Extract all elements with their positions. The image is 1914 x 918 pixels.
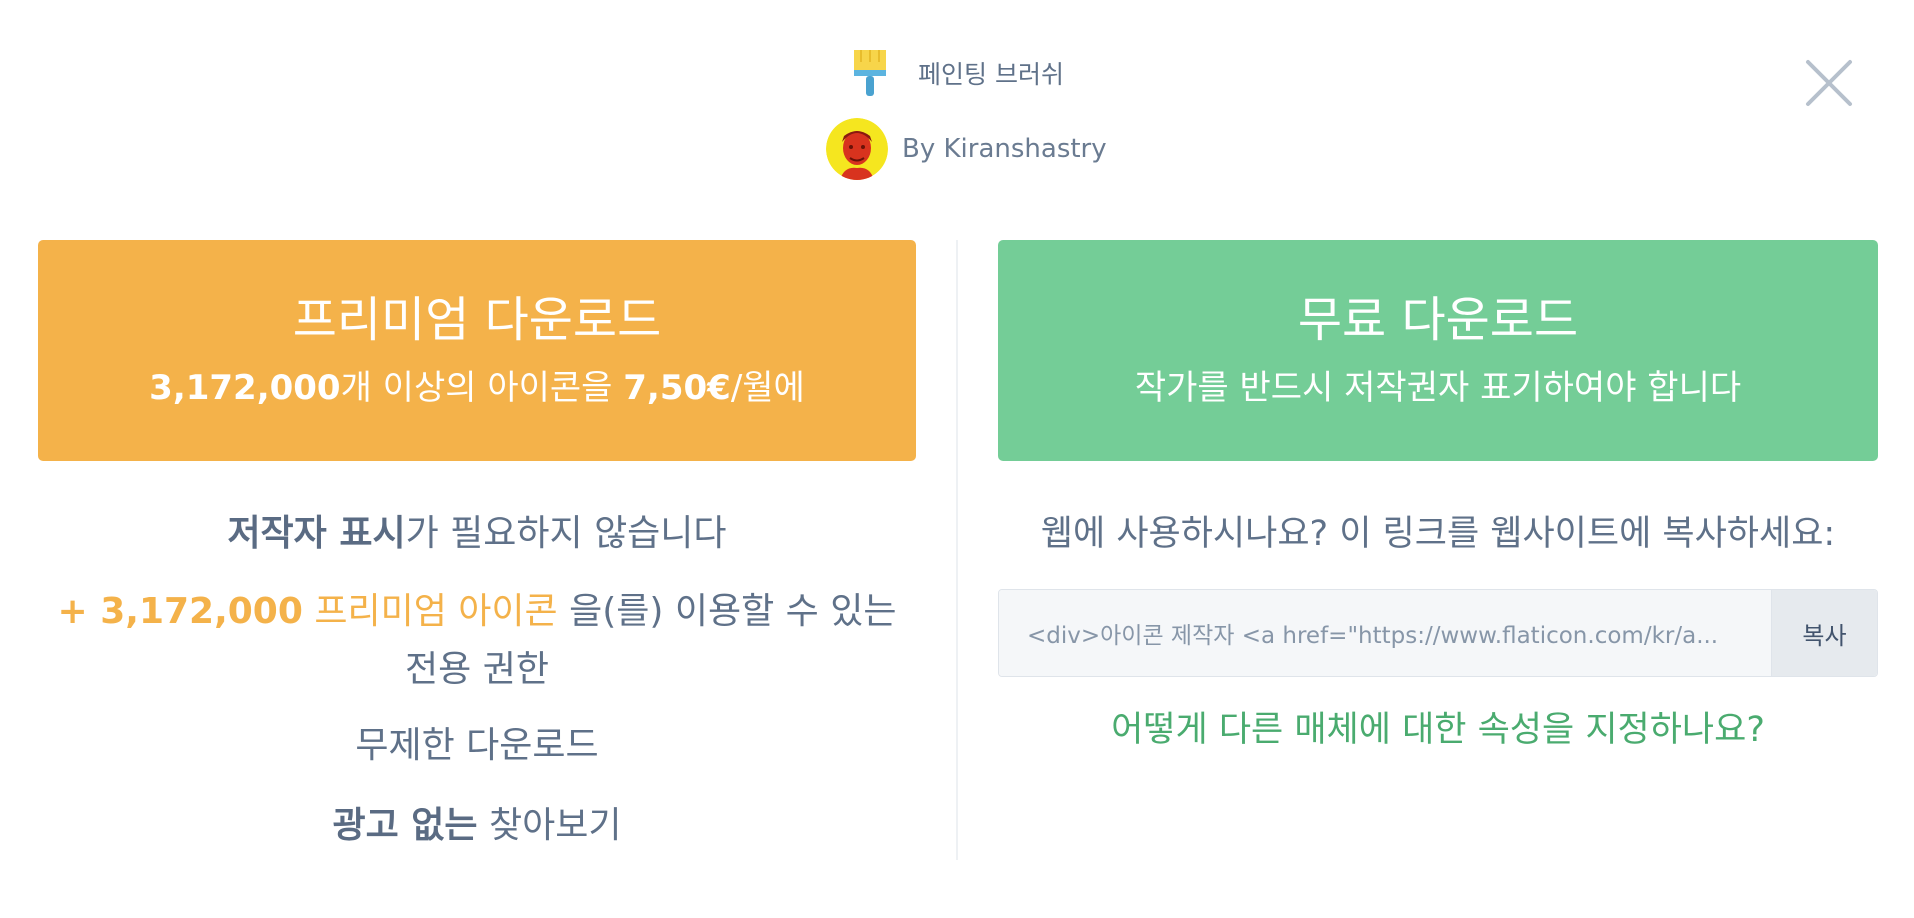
icon-title: 페인팅 브러쉬: [918, 60, 1064, 89]
paint-brush-icon: [854, 50, 886, 96]
premium-icon-count: 3,172,000: [149, 367, 341, 408]
copy-button[interactable]: 복사: [1771, 590, 1877, 676]
column-divider: [956, 240, 958, 860]
author-avatar[interactable]: [826, 118, 888, 180]
attribution-code-box: 복사: [998, 589, 1878, 677]
premium-subtitle-mid: 개 이상의 아이콘을: [340, 367, 624, 408]
attribution-code-input[interactable]: [999, 590, 1771, 676]
download-modal: 페인팅 브러쉬 By Kiranshastry 프리미엄 다운로드 3,172,…: [0, 0, 1914, 918]
free-title: 무료 다운로드: [1297, 291, 1579, 348]
premium-title: 프리미엄 다운로드: [292, 291, 662, 348]
feature-ad-free-text: 찾아보기: [477, 805, 622, 846]
attribution-help-link[interactable]: 어떻게 다른 매체에 대한 속성을 지정하나요?: [998, 705, 1878, 755]
premium-subtitle-end: /월에: [730, 367, 805, 408]
free-download-button[interactable]: 무료 다운로드 작가를 반드시 저작권자 표기하여야 합니다: [998, 240, 1878, 461]
icon-title-row: 페인팅 브러쉬: [852, 50, 1064, 96]
free-column: 무료 다운로드 작가를 반드시 저작권자 표기하여야 합니다 웹에 사용하시나요…: [998, 240, 1878, 755]
free-subtitle: 작가를 반드시 저작권자 표기하여야 합니다: [1134, 367, 1742, 408]
feature-no-attribution-bold: 저작자 표시: [227, 513, 406, 554]
premium-subtitle: 3,172,000개 이상의 아이콘을 7,50€/월에: [149, 366, 805, 410]
feature-premium-count-number: + 3,172,000: [57, 591, 303, 632]
author-name[interactable]: By Kiranshastry: [902, 134, 1107, 164]
feature-premium-count: + 3,172,000 프리미엄 아이콘: [58, 591, 558, 632]
feature-ad-free: 광고 없는 찾아보기: [38, 797, 916, 855]
feature-no-attribution-text: 가 필요하지 않습니다: [405, 513, 727, 554]
feature-ad-free-bold: 광고 없는: [332, 805, 478, 846]
premium-column: 프리미엄 다운로드 3,172,000개 이상의 아이콘을 7,50€/월에 저…: [38, 240, 916, 855]
feature-premium-icons-link: 프리미엄 아이콘: [302, 591, 558, 632]
author-row[interactable]: By Kiranshastry: [826, 118, 1107, 180]
feature-no-attribution: 저작자 표시가 필요하지 않습니다: [38, 505, 916, 563]
feature-premium-icons: + 3,172,000 프리미엄 아이콘 을(를) 이용할 수 있는 전용 권한: [38, 583, 916, 699]
premium-download-button[interactable]: 프리미엄 다운로드 3,172,000개 이상의 아이콘을 7,50€/월에: [38, 240, 916, 461]
web-usage-note: 웹에 사용하시나요? 이 링크를 웹사이트에 복사하세요:: [1040, 514, 1836, 554]
close-icon[interactable]: [1804, 58, 1854, 108]
premium-price: 7,50€: [623, 367, 731, 408]
feature-unlimited-downloads: 무제한 다운로드: [355, 725, 599, 766]
